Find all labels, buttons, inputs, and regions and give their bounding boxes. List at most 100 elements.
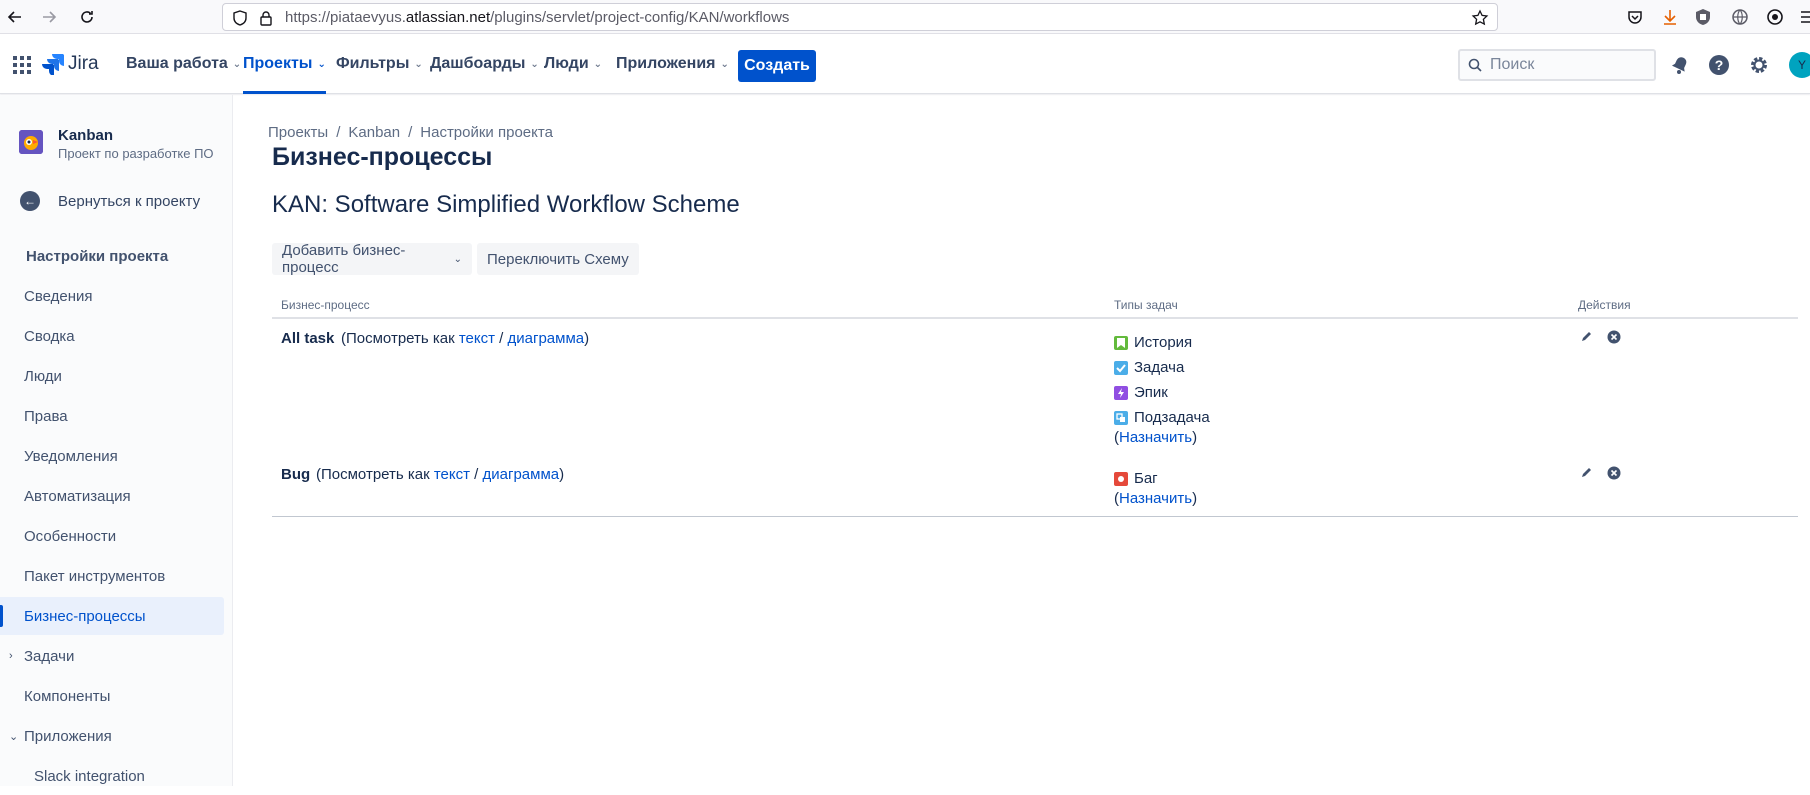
assign-link[interactable]: Назначить <box>1119 490 1192 507</box>
settings-gear-icon[interactable] <box>1746 52 1772 78</box>
create-button[interactable]: Создать <box>738 50 816 82</box>
sidebar-item-label: Slack integration <box>34 767 145 785</box>
chevron-down-icon: ⌄ <box>720 58 729 70</box>
sidebar-item-components[interactable]: Компоненты <box>0 677 224 715</box>
sidebar-item-toolchain[interactable]: Пакет инструментов <box>0 557 224 595</box>
sidebar-item-automation[interactable]: Автоматизация <box>0 477 224 515</box>
menu-dashboards[interactable]: Дашбоарды ⌄ <box>430 34 539 94</box>
delete-circle-icon[interactable] <box>1607 466 1621 480</box>
search-input[interactable]: Поиск <box>1458 49 1656 81</box>
menu-projects[interactable]: Проекты ⌄ <box>243 34 326 94</box>
jira-logo-text: Jira <box>68 53 99 74</box>
reload-icon[interactable] <box>76 6 98 28</box>
task-checkbox-icon <box>1114 360 1128 375</box>
view-text-link[interactable]: текст <box>459 330 495 347</box>
browser-toolbar: https://piataevyus.atlassian.net/plugins… <box>0 0 1810 34</box>
sidebar-item-label: Особенности <box>24 527 117 545</box>
project-name[interactable]: Kanban <box>58 127 113 144</box>
chevron-down-icon: ⌄ <box>593 58 603 70</box>
story-icon <box>1114 335 1128 350</box>
sidebar-item-features[interactable]: Особенности <box>0 517 224 555</box>
issue-type-label: Баг <box>1134 470 1158 487</box>
epic-lightning-icon <box>1114 385 1128 400</box>
view-text-link[interactable]: текст <box>434 466 470 483</box>
app-switcher-icon[interactable] <box>12 55 32 75</box>
issue-type-label: История <box>1134 334 1193 351</box>
menu-label: Ваша работа <box>126 55 228 72</box>
sidebar-item-summary[interactable]: Сводка <box>0 317 224 355</box>
sidebar-item-issues[interactable]: › Задачи <box>0 637 224 675</box>
shield-icon[interactable] <box>231 9 249 27</box>
chevron-down-icon: ⌄ <box>317 58 326 70</box>
issue-type-subtask: Подзадача <box>1114 409 1210 426</box>
sidebar-item-notifications[interactable]: Уведомления <box>0 437 224 475</box>
forward-arrow-icon[interactable] <box>38 6 60 28</box>
pocket-icon[interactable] <box>1625 7 1645 27</box>
menu-your-work[interactable]: Ваша работа ⌄ <box>126 34 241 94</box>
table-bottom-divider <box>272 516 1798 517</box>
notifications-bell-icon[interactable] <box>1667 52 1693 78</box>
delete-circle-icon[interactable] <box>1607 330 1621 344</box>
translate-icon[interactable] <box>1730 7 1750 27</box>
menu-apps[interactable]: Приложения ⌄ <box>616 34 729 94</box>
sidebar-item-label: Сводка <box>24 327 75 345</box>
column-header-issue-types: Типы задач <box>1114 298 1178 312</box>
sidebar-item-permissions[interactable]: Права <box>0 397 224 435</box>
menu-icon[interactable] <box>1798 7 1810 27</box>
switch-scheme-button[interactable]: Переключить Схему <box>477 243 639 275</box>
menu-label: Фильтры <box>336 55 410 72</box>
assign-link[interactable]: Назначить <box>1119 429 1192 446</box>
arrow-left-icon: ← <box>20 191 40 211</box>
sidebar-item-details[interactable]: Сведения <box>0 277 224 315</box>
breadcrumb-separator: / <box>408 124 413 141</box>
sidebar-item-label: Уведомления <box>24 447 118 465</box>
breadcrumb-project[interactable]: Kanban <box>348 124 400 141</box>
sidebar-item-workflows[interactable]: Бизнес-процессы <box>0 597 224 635</box>
view-diagram-link[interactable]: диаграмма <box>483 466 560 483</box>
project-avatar[interactable] <box>19 130 43 154</box>
edit-pencil-icon[interactable] <box>1579 330 1593 344</box>
sidebar-item-label: Задачи <box>24 647 75 665</box>
workflow-scheme-title: KAN: Software Simplified Workflow Scheme <box>272 191 740 218</box>
view-as-label: (Посмотреть как <box>341 330 455 347</box>
assign-issue-types: (Назначить) <box>1114 490 1198 507</box>
back-to-project-link[interactable]: ← Вернуться к проекту <box>20 191 200 211</box>
table-header-divider <box>272 317 1798 319</box>
issue-type-label: Эпик <box>1134 384 1168 401</box>
sidebar-item-people[interactable]: Люди <box>0 357 224 395</box>
view-as-label: (Посмотреть как <box>316 466 430 483</box>
add-workflow-button[interactable]: Добавить бизнес-процесс ⌄ <box>272 242 472 276</box>
back-label: Вернуться к проекту <box>58 192 201 210</box>
workflow-view-links: (Посмотреть как текст / диаграмма) <box>316 466 565 483</box>
url-text: https://piataevyus.atlassian.net/plugins… <box>285 9 790 26</box>
back-arrow-icon[interactable] <box>4 6 26 28</box>
sidebar-item-label: Автоматизация <box>24 487 131 505</box>
user-avatar[interactable]: Y <box>1789 52 1810 78</box>
sidebar-item-slack[interactable]: Slack integration <box>0 757 224 795</box>
extensions-icon[interactable] <box>1765 7 1785 27</box>
menu-label: Люди <box>544 55 589 72</box>
issue-type-bug: Баг <box>1114 470 1158 487</box>
menu-label: Проекты <box>243 55 313 72</box>
subtask-icon <box>1114 410 1128 425</box>
help-icon[interactable]: ? <box>1706 52 1732 78</box>
download-icon[interactable] <box>1660 7 1680 27</box>
issue-type-task: Задача <box>1114 359 1184 376</box>
sidebar-item-apps[interactable]: ⌄ Приложения <box>0 717 224 755</box>
edit-pencil-icon[interactable] <box>1579 466 1593 480</box>
assign-issue-types: (Назначить) <box>1114 429 1198 446</box>
breadcrumb-projects[interactable]: Проекты <box>268 124 328 141</box>
menu-filters[interactable]: Фильтры ⌄ <box>336 34 423 94</box>
issue-type-story: История <box>1114 334 1192 351</box>
workflow-name: Bug <box>281 466 311 483</box>
extension-shield-icon[interactable] <box>1693 7 1713 27</box>
jira-logo[interactable]: Jira <box>42 53 99 75</box>
sidebar-item-label: Пакет инструментов <box>24 567 166 585</box>
address-bar[interactable]: https://piataevyus.atlassian.net/plugins… <box>222 3 1498 31</box>
add-workflow-label: Добавить бизнес-процесс <box>282 242 406 276</box>
breadcrumb-settings[interactable]: Настройки проекта <box>420 124 553 141</box>
view-diagram-link[interactable]: диаграмма <box>508 330 585 347</box>
menu-people[interactable]: Люди ⌄ <box>544 34 602 94</box>
lock-icon[interactable] <box>257 9 275 27</box>
bookmark-star-icon[interactable] <box>1471 9 1489 27</box>
